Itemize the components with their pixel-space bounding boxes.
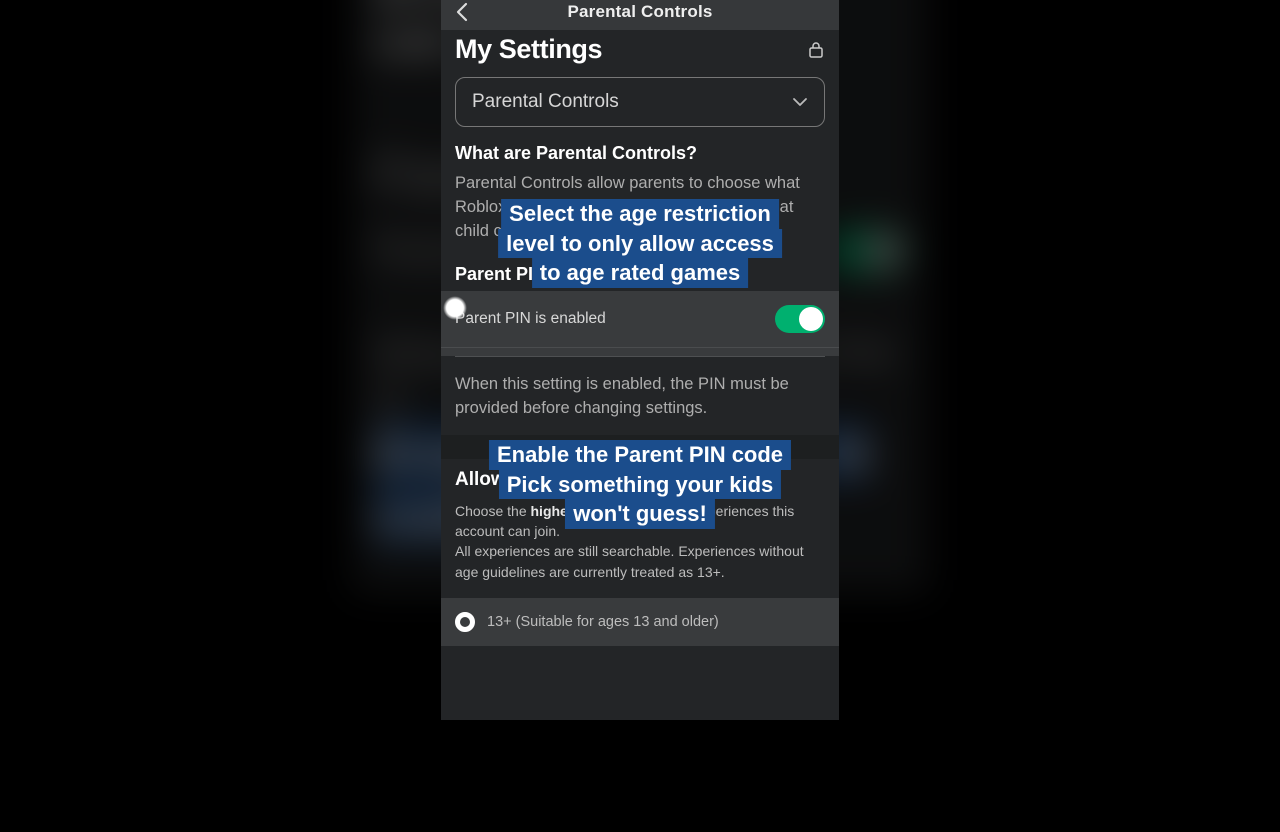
cursor-indicator bbox=[443, 296, 467, 320]
settings-category-select[interactable]: Parental Controls bbox=[455, 77, 825, 127]
parent-pin-toggle[interactable] bbox=[775, 305, 825, 333]
settings-panel: Parental Controls My Settings Parental C… bbox=[441, 0, 839, 720]
caption-parent-pin: Enable the Parent PIN code Pick somethin… bbox=[489, 440, 791, 529]
select-label: Parental Controls bbox=[472, 91, 619, 113]
lock-icon[interactable] bbox=[807, 41, 825, 59]
age-option-13plus[interactable]: 13+ (Suitable for ages 13 and older) bbox=[441, 598, 839, 646]
age-option-label: 13+ (Suitable for ages 13 and older) bbox=[487, 614, 719, 630]
page-title: My Settings bbox=[455, 34, 602, 65]
what-heading: What are Parental Controls? bbox=[441, 141, 839, 172]
radio-icon bbox=[455, 612, 475, 632]
titlebar-title: Parental Controls bbox=[567, 2, 712, 22]
titlebar: Parental Controls bbox=[441, 0, 839, 30]
back-button[interactable] bbox=[455, 2, 469, 28]
caption-age-restriction: Select the age restriction level to only… bbox=[498, 199, 782, 288]
chevron-down-icon bbox=[792, 97, 808, 107]
parent-pin-toggle-row: Parent PIN is enabled bbox=[441, 291, 839, 348]
parent-pin-label: Parent PIN is enabled bbox=[455, 310, 606, 328]
parent-pin-info: When this setting is enabled, the PIN mu… bbox=[441, 369, 839, 435]
